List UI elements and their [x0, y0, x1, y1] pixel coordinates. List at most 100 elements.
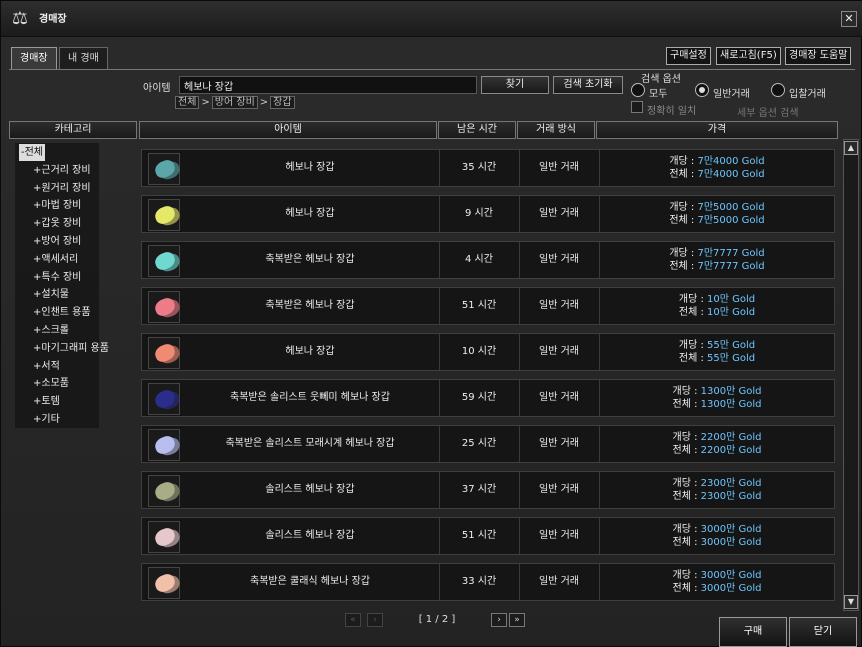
price-cell: 개당 : 1300만 Gold 전체 : 1300만 Gold [600, 385, 834, 413]
price-each-value: 2300만 Gold [700, 478, 762, 489]
category-item[interactable]: +방어 장비 [33, 233, 81, 250]
table-row[interactable]: 헤보나 장갑 10 시간 일반 거래 개당 : 55만 Gold 전체 : 55만 Go… [141, 333, 835, 371]
title-bar[interactable]: ⚖ 경매장 ✕ [1, 1, 862, 37]
search-input[interactable] [179, 76, 477, 94]
price-each-label: 개당 : [669, 248, 698, 259]
chevron-right-icon: > [259, 97, 269, 108]
detail-options-button[interactable]: 세부 옵션 검색 [737, 104, 799, 119]
category-item[interactable]: +마기그래피 용품 [33, 340, 109, 357]
price-cell: 개당 : 7만7777 Gold 전체 : 7만7777 Gold [600, 247, 834, 275]
item-name: 솔리스트 헤보나 장갑 [265, 484, 355, 495]
category-item[interactable]: +근거리 장비 [33, 162, 91, 179]
price-each: 개당 : 2300만 Gold [600, 477, 834, 490]
category-header: 카테고리 [9, 121, 137, 139]
time-left: 10 시간 [461, 346, 497, 357]
price-total-value: 2300만 Gold [700, 491, 762, 502]
category-item[interactable]: -전체 [19, 144, 46, 161]
price-total: 전체 : 55만 Gold [600, 352, 834, 365]
price-each-label: 개당 : [672, 386, 701, 397]
reset-search-button[interactable]: 검색 초기화 [553, 76, 623, 94]
price-header[interactable]: 가격 [596, 121, 838, 139]
table-row[interactable]: 축복받은 헤보나 장갑 51 시간 일반 거래 개당 : 10만 Gold 전체 : 1… [141, 287, 835, 325]
item-icon-shape [152, 480, 178, 502]
price-total: 전체 : 2200만 Gold [600, 444, 834, 457]
price-total: 전체 : 2300만 Gold [600, 490, 834, 503]
exact-match-checkbox[interactable] [631, 101, 643, 113]
table-row[interactable]: 헤보나 장갑 9 시간 일반 거래 개당 : 7만5000 Gold 전체 : 7만50… [141, 195, 835, 233]
item-name: 축복받은 솔리스트 웃뻬미 헤보나 장갑 [230, 392, 390, 403]
category-item[interactable]: +특수 장비 [33, 269, 81, 286]
gloves-icon [148, 199, 180, 231]
table-row[interactable]: 축복받은 쿨래식 헤보나 장갑 33 시간 일반 거래 개당 : 3000만 Gold… [141, 563, 835, 601]
price-total-label: 전체 : [678, 353, 708, 364]
gloves-icon [148, 337, 180, 369]
category-item[interactable]: +원거리 장비 [33, 180, 91, 197]
table-row[interactable]: 축복받은 솔리스트 모래시계 헤보나 장갑 25 시간 일반 거래 개당 : 2200… [141, 425, 835, 463]
item-header[interactable]: 아이템 [139, 121, 437, 139]
trade-method: 일반 거래 [539, 484, 579, 495]
item-icon-shape [152, 296, 178, 318]
scale-icon: ⚖ [11, 8, 29, 29]
buy-button[interactable]: 구매 [719, 617, 787, 647]
item-icon-shape [152, 204, 178, 226]
price-total-value: 3000만 Gold [700, 583, 762, 594]
breadcrumb-all[interactable]: 전체 [175, 96, 200, 109]
item-icon-shape [152, 388, 178, 410]
breadcrumb-gloves[interactable]: 장갑 [270, 96, 295, 109]
radio-bid-trade[interactable] [771, 83, 785, 97]
price-total: 전체 : 1300만 Gold [600, 398, 834, 411]
last-page-button[interactable]: » [509, 613, 525, 627]
radio-all-label: 모두 [649, 89, 668, 100]
table-row[interactable]: 축복받은 솔리스트 웃뻬미 헤보나 장갑 59 시간 일반 거래 개당 : 1300만… [141, 379, 835, 417]
category-item[interactable]: +인챈트 용품 [33, 304, 91, 321]
find-button[interactable]: 찾기 [481, 76, 549, 94]
category-item[interactable]: +기타 [33, 411, 60, 428]
prev-page-button[interactable]: ‹ [367, 613, 383, 627]
table-row[interactable]: 헤보나 장갑 35 시간 일반 거래 개당 : 7만4000 Gold 전체 : 7만4… [141, 149, 835, 187]
chevron-right-icon: > [201, 97, 210, 108]
scrollbar[interactable]: ▲ ▼ [843, 139, 859, 611]
category-item[interactable]: +설치물 [33, 286, 69, 303]
help-button[interactable]: 경매장 도움말 [785, 47, 852, 65]
trade-method: 일반 거래 [539, 254, 579, 265]
scroll-down-icon[interactable]: ▼ [844, 595, 858, 609]
gloves-icon [148, 567, 180, 599]
time-left: 4 시간 [465, 254, 493, 265]
table-row[interactable]: 솔리스트 헤보나 장갑 37 시간 일반 거래 개당 : 2300만 Gold 전체 :… [141, 471, 835, 509]
price-each-label: 개당 : [672, 478, 701, 489]
price-each-label: 개당 : [672, 524, 701, 535]
category-item[interactable]: +서적 [33, 358, 60, 375]
next-page-button[interactable]: › [491, 613, 507, 627]
table-row[interactable]: 축복받은 헤보나 장갑 4 시간 일반 거래 개당 : 7만7777 Gold 전체 :… [141, 241, 835, 279]
category-item[interactable]: +스크롤 [33, 322, 69, 339]
table-row[interactable]: 솔리스트 헤보나 장갑 51 시간 일반 거래 개당 : 3000만 Gold 전체 :… [141, 517, 835, 555]
trade-method: 일반 거래 [539, 300, 579, 311]
tab-auction[interactable]: 경매장 [11, 47, 57, 69]
time-left: 33 시간 [461, 576, 497, 587]
price-total-label: 전체 : [669, 215, 698, 226]
purchase-settings-button[interactable]: 구매설정 [666, 47, 711, 65]
category-item[interactable]: +토템 [33, 393, 60, 410]
radio-normal-trade[interactable] [695, 83, 709, 97]
category-item[interactable]: +액세서리 [33, 251, 78, 268]
trade-type-header[interactable]: 거래 방식 [517, 121, 595, 139]
price-total: 전체 : 7만4000 Gold [600, 168, 834, 181]
price-each-label: 개당 : [669, 202, 698, 213]
price-each-label: 개당 : [672, 432, 701, 443]
category-item[interactable]: +소모품 [33, 375, 69, 392]
first-page-button[interactable]: « [345, 613, 361, 627]
category-item[interactable]: +마법 장비 [33, 197, 81, 214]
breadcrumb-defense[interactable]: 방어 장비 [211, 96, 258, 109]
refresh-button[interactable]: 새로고침(F5) [716, 47, 781, 65]
exact-match-label: 정확히 일치 [647, 106, 697, 117]
tab-my-auction[interactable]: 내 경매 [59, 47, 108, 69]
price-cell: 개당 : 7만4000 Gold 전체 : 7만4000 Gold [600, 155, 834, 183]
category-item[interactable]: +갑옷 장비 [33, 215, 81, 232]
close-button[interactable]: ✕ [841, 11, 857, 27]
trade-method: 일반 거래 [539, 208, 579, 219]
scroll-up-icon[interactable]: ▲ [844, 141, 858, 155]
gloves-icon [148, 153, 180, 185]
close-footer-button[interactable]: 닫기 [789, 617, 857, 647]
radio-all[interactable] [631, 83, 645, 97]
time-left-header[interactable]: 남은 시간 [438, 121, 516, 139]
